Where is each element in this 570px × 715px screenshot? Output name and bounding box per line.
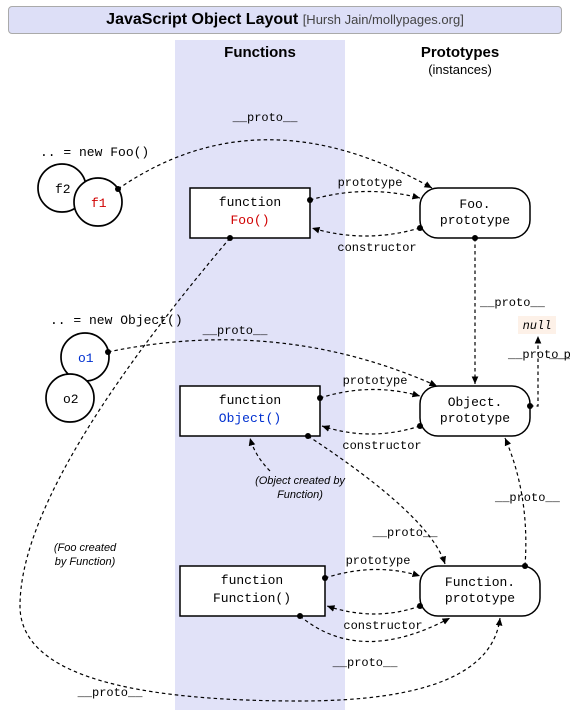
edge-function-constructor xyxy=(327,606,420,614)
foo-name: Foo() xyxy=(230,213,269,228)
lbl-proto-1: __proto__ xyxy=(232,111,299,125)
prototypes-header: Prototypes (instances) xyxy=(370,44,550,78)
edge-foo-constructor xyxy=(312,228,420,236)
edge-foo-prototype xyxy=(310,191,420,200)
o2-label: o2 xyxy=(63,392,79,407)
f1-label: f1 xyxy=(91,196,107,211)
edge-object-proto-func xyxy=(308,436,445,564)
note-object-2: Function) xyxy=(277,489,323,501)
lbl-proto-6: __proto__ xyxy=(372,526,439,540)
edge-object-constructor xyxy=(322,426,420,434)
object-proto-l1: Object. xyxy=(448,395,503,410)
function-kw: function xyxy=(221,573,283,588)
note-object-1: (Object created by xyxy=(255,475,346,487)
object-proto-l2: prototype xyxy=(440,411,510,426)
function-name: Function() xyxy=(213,591,291,606)
foo-proto-l1: Foo. xyxy=(459,197,490,212)
note-object-arrow xyxy=(250,438,270,471)
edge-foo-proto-func xyxy=(20,238,500,701)
lbl-proto-7: __proto__ xyxy=(332,656,399,670)
prototypes-header-label: Prototypes xyxy=(421,44,499,61)
function-proto-l2: prototype xyxy=(445,591,515,606)
note-foo-2: by Function) xyxy=(55,556,116,568)
new-foo-label: .. = new Foo() xyxy=(40,145,149,160)
edge-objproto-null xyxy=(530,336,538,406)
f2-label: f2 xyxy=(55,182,71,197)
diagram-svg: .. = new Foo() f2 f1 function Foo() Foo.… xyxy=(0,6,570,715)
edge-object-prototype xyxy=(320,389,420,398)
object-kw: function xyxy=(219,393,281,408)
lbl-proto-3: __proto__ xyxy=(479,296,546,310)
foo-kw: function xyxy=(219,195,281,210)
lbl-proto-5: __proto__ xyxy=(494,491,561,505)
o1-label: o1 xyxy=(78,351,94,366)
lbl-prototype-3: prototype xyxy=(346,554,411,568)
edge-function-prototype xyxy=(325,569,420,578)
lbl-prototype-2: prototype xyxy=(343,374,408,388)
null-label: null xyxy=(523,319,552,333)
lbl-proto-4b: __proto__ xyxy=(507,348,570,362)
lbl-constructor-2: constructor xyxy=(342,439,421,453)
object-name: Object() xyxy=(219,411,281,426)
lbl-proto-8: __proto__ xyxy=(77,686,144,700)
function-proto-l1: Function. xyxy=(445,575,515,590)
lbl-constructor-1: constructor xyxy=(337,241,416,255)
note-foo-1: (Foo created xyxy=(54,542,117,554)
lbl-constructor-3: constructor xyxy=(343,619,422,633)
foo-proto-l2: prototype xyxy=(440,213,510,228)
lbl-proto-2: __proto__ xyxy=(202,324,269,338)
lbl-prototype-1: prototype xyxy=(338,176,403,190)
functions-header: Functions xyxy=(175,44,345,61)
prototypes-header-sub: (instances) xyxy=(428,62,492,77)
